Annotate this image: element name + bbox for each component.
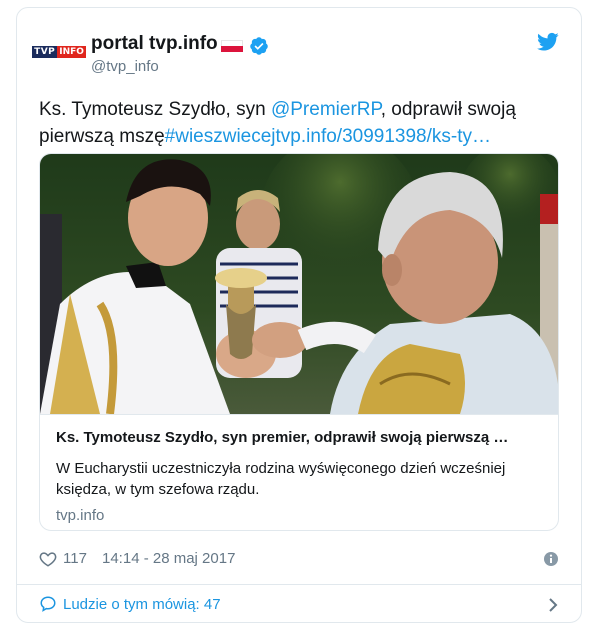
heart-icon[interactable]: [39, 550, 57, 568]
twitter-bird-icon[interactable]: [537, 32, 559, 52]
chevron-right-icon[interactable]: [547, 597, 559, 613]
link-preview-card[interactable]: Ks. Tymoteusz Szydło, syn premier, odpra…: [39, 153, 559, 531]
tweet-card: TVP INFO portal tvp.info @tvp_info Ks. Ty…: [16, 7, 582, 623]
preview-photo[interactable]: [40, 154, 559, 414]
tweet-meta: 117 14:14 - 28 maj 2017: [39, 548, 559, 570]
tweet-header: TVP INFO portal tvp.info @tvp_info: [17, 8, 581, 88]
logo-tvp: TVP: [32, 46, 58, 58]
like-count[interactable]: 117: [63, 550, 87, 567]
logo-info: INFO: [57, 46, 86, 58]
preview-title[interactable]: Ks. Tymoteusz Szydło, syn premier, odpra…: [56, 429, 544, 446]
info-icon[interactable]: [543, 551, 559, 567]
display-name[interactable]: portal tvp.info: [91, 33, 218, 55]
tweet-text: Ks. Tymoteusz Szydło, syn @PremierRP, od…: [39, 96, 559, 150]
poland-flag-icon: [221, 40, 243, 52]
mention-link[interactable]: @PremierRP: [271, 99, 381, 120]
preview-body: Ks. Tymoteusz Szydło, syn premier, odpra…: [40, 414, 558, 524]
speech-bubble-icon: [40, 596, 56, 612]
verified-icon: [250, 37, 268, 55]
conversation-footer[interactable]: Ludzie o tym mówią: 47: [17, 585, 581, 623]
tweet-text-part: Ks. Tymoteusz Szydło, syn: [39, 99, 271, 120]
hashtag-link[interactable]: #wieszwiecejtvp.info/30991398/ks-ty…: [165, 126, 491, 147]
preview-description: W Eucharystii uczestniczyła rodzina wyśw…: [56, 460, 506, 498]
timestamp[interactable]: 14:14 - 28 maj 2017: [102, 550, 235, 567]
preview-domain: tvp.info: [56, 507, 105, 524]
conversation-label[interactable]: Ludzie o tym mówią: 47: [63, 596, 221, 613]
avatar[interactable]: TVP INFO: [32, 36, 86, 68]
account-handle[interactable]: @tvp_info: [91, 58, 159, 75]
